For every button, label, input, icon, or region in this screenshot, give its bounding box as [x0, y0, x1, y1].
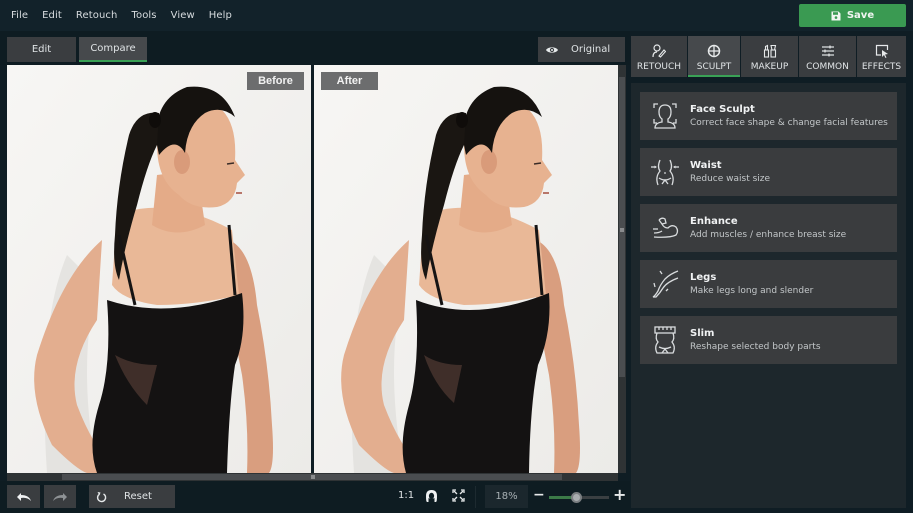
tab-retouch[interactable]: RETOUCH — [631, 36, 687, 77]
tool-waist[interactable]: Waist Reduce waist size — [640, 148, 897, 196]
tool-description: Make legs long and slender — [690, 286, 814, 296]
redo-button[interactable] — [44, 485, 76, 508]
tool-description: Add muscles / enhance breast size — [690, 230, 847, 240]
tool-description: Reduce waist size — [690, 174, 771, 184]
menu-help[interactable]: Help — [202, 10, 239, 21]
scroll-grip-icon — [620, 228, 624, 232]
scroll-up-icon[interactable] — [619, 67, 625, 73]
after-photo — [314, 65, 618, 473]
zoom-out-button[interactable]: − — [533, 487, 545, 503]
legs-icon — [652, 270, 679, 298]
tool-title: Face Sculpt — [690, 104, 755, 115]
undo-button[interactable] — [7, 485, 40, 508]
makeup-icon — [763, 44, 776, 58]
menu-edit[interactable]: Edit — [35, 10, 69, 21]
bottom-toolbar: Reset 1:1 18% − + — [0, 481, 630, 513]
save-button[interactable]: Save — [799, 4, 906, 27]
tab-compare[interactable]: Compare — [79, 37, 147, 62]
tool-title: Legs — [690, 272, 717, 283]
before-photo — [7, 65, 311, 473]
menu-file[interactable]: File — [4, 10, 35, 21]
toolbar-divider — [475, 486, 476, 508]
main-menu: File Edit Retouch Tools View Help — [4, 0, 239, 31]
slim-icon — [654, 326, 676, 354]
undo-icon — [16, 492, 31, 501]
tab-edit[interactable]: Edit — [7, 37, 76, 62]
menu-retouch[interactable]: Retouch — [69, 10, 125, 21]
tool-enhance[interactable]: Enhance Add muscles / enhance breast siz… — [640, 204, 897, 252]
sculpt-tools-panel: Face Sculpt Correct face shape & change … — [631, 83, 906, 508]
tab-retouch-label: RETOUCH — [636, 62, 682, 72]
after-image-pane[interactable]: After — [314, 65, 618, 473]
muscle-icon — [653, 217, 679, 238]
vertical-scrollbar[interactable] — [618, 65, 626, 473]
zoom-in-button[interactable]: + — [613, 485, 626, 504]
actual-size-button[interactable]: 1:1 — [398, 490, 414, 501]
view-tabbar: Edit Compare Original — [0, 31, 630, 65]
before-image-pane[interactable]: Before — [7, 65, 311, 473]
scroll-grip-icon — [311, 475, 315, 479]
waist-icon — [651, 159, 679, 186]
tool-description: Correct face shape & change facial featu… — [690, 118, 888, 128]
sliders-icon — [821, 45, 834, 57]
original-label: Original — [571, 44, 611, 55]
menu-view[interactable]: View — [164, 10, 202, 21]
zoom-value[interactable]: 18% — [485, 485, 528, 508]
menu-tools[interactable]: Tools — [124, 10, 163, 21]
before-label: Before — [247, 72, 304, 90]
zoom-slider-handle[interactable] — [571, 492, 582, 503]
effects-icon — [875, 44, 888, 58]
floppy-disk-icon — [831, 11, 841, 20]
menu-bar: File Edit Retouch Tools View Help Save — [0, 0, 913, 31]
vertical-scroll-thumb[interactable] — [619, 77, 625, 377]
horizontal-scrollbar[interactable] — [7, 473, 618, 481]
tab-makeup-label: MAKEUP — [750, 62, 789, 72]
category-tabs: RETOUCH SCULPT MAKEUP COMMON EFFECTS — [631, 36, 906, 77]
reset-label: Reset — [124, 491, 152, 502]
tab-common-label: COMMON — [806, 62, 849, 72]
face-sculpt-icon — [653, 103, 677, 129]
tool-description: Reshape selected body parts — [690, 342, 821, 352]
fit-screen-icon[interactable] — [452, 489, 465, 502]
tool-title: Enhance — [690, 216, 738, 227]
tool-legs[interactable]: Legs Make legs long and slender — [640, 260, 897, 308]
reset-button[interactable]: Reset — [89, 485, 175, 508]
sculpt-icon — [707, 44, 721, 58]
scroll-down-icon[interactable] — [619, 465, 625, 471]
tab-sculpt[interactable]: SCULPT — [688, 36, 740, 77]
compare-canvas: Before After — [7, 65, 626, 481]
after-label: After — [321, 72, 378, 90]
tool-title: Waist — [690, 160, 722, 171]
eye-icon — [546, 46, 558, 53]
tab-common[interactable]: COMMON — [799, 36, 856, 77]
tab-sculpt-label: SCULPT — [696, 62, 732, 72]
tab-makeup[interactable]: MAKEUP — [741, 36, 798, 77]
face-zoom-icon[interactable] — [425, 489, 438, 503]
tool-face-sculpt[interactable]: Face Sculpt Correct face shape & change … — [640, 92, 897, 140]
save-label: Save — [846, 10, 875, 21]
tool-slim[interactable]: Slim Reshape selected body parts — [640, 316, 897, 364]
redo-icon — [53, 492, 67, 501]
tab-effects-label: EFFECTS — [861, 62, 902, 72]
reset-icon — [96, 491, 107, 502]
original-button[interactable]: Original — [538, 37, 625, 62]
retouch-icon — [652, 44, 666, 58]
tab-effects[interactable]: EFFECTS — [857, 36, 906, 77]
tool-title: Slim — [690, 328, 715, 339]
